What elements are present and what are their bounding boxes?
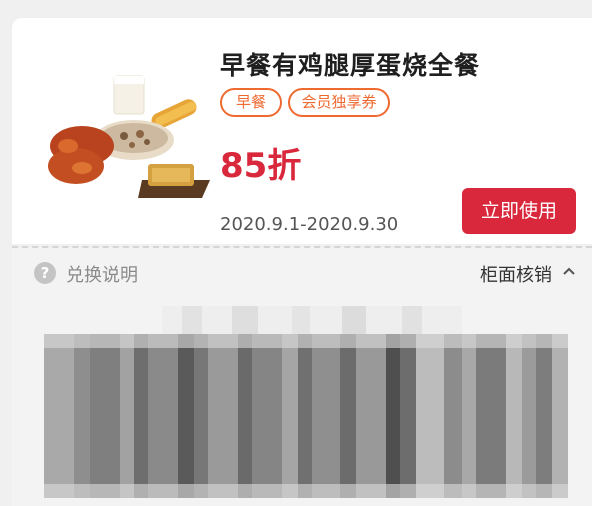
use-now-button[interactable]: 立即使用: [462, 188, 576, 234]
tag-member-exclusive: 会员独享券: [288, 88, 390, 117]
breakfast-meal-image: [48, 75, 210, 198]
tag-breakfast: 早餐: [220, 88, 282, 117]
barcode-image-blurred: [44, 334, 568, 498]
barcode-blur-top: [162, 306, 462, 336]
valid-dates: 2020.9.1-2020.9.30: [220, 214, 399, 235]
redeem-section: ? 兑换说明 柜面核销: [12, 248, 592, 506]
coupon-title: 早餐有鸡腿厚蛋烧全餐: [220, 51, 481, 80]
coupon-card: 早餐有鸡腿厚蛋烧全餐 早餐 会员独享券 85折 2020.9.1-2020.9.…: [12, 18, 592, 244]
question-circle-icon[interactable]: ?: [34, 262, 56, 284]
counter-verify-toggle[interactable]: 柜面核销: [480, 261, 552, 287]
redeem-instructions-link[interactable]: 兑换说明: [66, 261, 138, 287]
chevron-up-icon[interactable]: [562, 266, 576, 276]
discount-value: 85折: [220, 146, 302, 186]
